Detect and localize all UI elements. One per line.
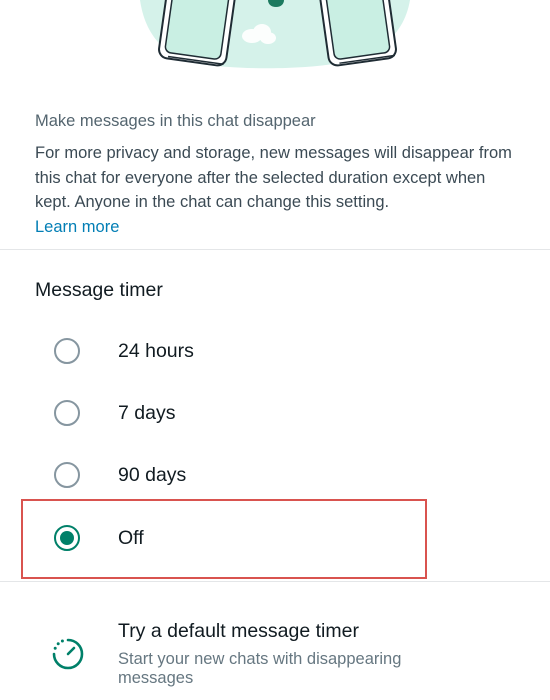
timer-option-24-hours[interactable]: 24 hours [35,326,415,376]
timer-option-label: 7 days [118,402,176,424]
timer-icon [52,638,84,670]
message-timer-title: Message timer [35,279,163,301]
section-divider [0,249,550,250]
timer-option-7-days[interactable]: 7 days [35,388,415,438]
learn-more-link[interactable]: Learn more [35,215,119,239]
section-divider [0,581,550,582]
default-timer-title: Try a default message timer [118,620,359,642]
intro-section: Make messages in this chat disappear For… [35,109,515,239]
default-timer-subtitle: Start your new chats with disappearing m… [118,650,402,687]
radio-checked-icon[interactable] [53,524,81,552]
radio-unchecked-icon[interactable] [53,399,81,427]
radio-unchecked-icon[interactable] [53,337,81,365]
phones-illustration-icon [140,0,410,69]
timer-option-off[interactable]: Off [35,513,415,563]
timer-option-label: 24 hours [118,340,194,362]
intro-description: For more privacy and storage, new messag… [35,141,515,239]
intro-body-text: For more privacy and storage, new messag… [35,144,512,211]
timer-option-90-days[interactable]: 90 days [35,450,415,500]
timer-option-label: 90 days [118,464,187,486]
radio-unchecked-icon[interactable] [53,461,81,489]
disappearing-messages-illustration [0,0,550,100]
default-message-timer-row[interactable]: Try a default message timer Start your n… [0,600,550,700]
timer-option-label: Off [118,527,144,549]
intro-title: Make messages in this chat disappear [35,112,316,130]
